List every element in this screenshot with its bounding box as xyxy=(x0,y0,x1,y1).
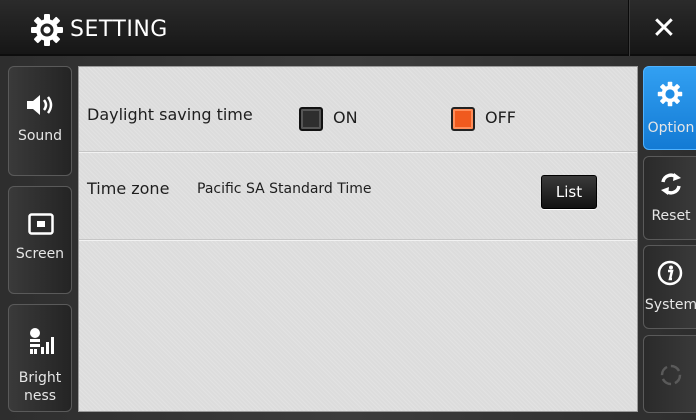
timezone-list-button[interactable]: List xyxy=(541,175,597,209)
tab-screen-label: Screen xyxy=(15,246,65,262)
row-divider xyxy=(79,151,637,153)
speaker-icon xyxy=(27,95,53,115)
gear-icon xyxy=(31,14,63,46)
title-divider xyxy=(628,0,630,56)
tab-system[interactable]: System xyxy=(643,245,696,329)
dst-off-label: OFF xyxy=(485,108,516,127)
tab-loading[interactable] xyxy=(643,335,696,413)
tab-reset-label: Reset xyxy=(651,208,691,224)
brightness-icon xyxy=(30,328,54,354)
reset-icon xyxy=(661,173,681,195)
tab-screen[interactable]: Screen xyxy=(8,186,72,294)
tab-brightness-label-2: ness xyxy=(23,388,57,404)
info-icon xyxy=(657,260,683,286)
timezone-label: Time zone xyxy=(87,179,170,198)
dst-label: Daylight saving time xyxy=(87,105,253,124)
close-button[interactable]: ✕ xyxy=(632,0,696,56)
options-panel: Daylight saving time ON OFF Time zone Pa… xyxy=(78,66,638,412)
timezone-value: Pacific SA Standard Time xyxy=(197,181,372,197)
tab-sound-label: Sound xyxy=(17,128,63,144)
tab-brightness[interactable]: Bright ness xyxy=(8,304,72,412)
tab-sound[interactable]: Sound xyxy=(8,66,72,176)
tab-option[interactable]: Option xyxy=(643,66,696,150)
dst-on-label: ON xyxy=(333,108,358,127)
row-divider xyxy=(79,239,637,241)
tab-brightness-label-1: Bright xyxy=(18,370,62,386)
tab-option-label: Option xyxy=(647,120,695,136)
page-title: SETTING xyxy=(70,17,168,42)
tab-reset[interactable]: Reset xyxy=(643,156,696,240)
screen-icon xyxy=(28,213,54,235)
dst-on-checkbox[interactable] xyxy=(299,107,323,131)
dst-off-checkbox[interactable] xyxy=(451,107,475,131)
tab-system-label: System xyxy=(644,297,696,313)
title-bar: SETTING ✕ xyxy=(0,0,696,56)
loading-icon xyxy=(660,364,682,386)
gear-icon xyxy=(657,81,683,107)
